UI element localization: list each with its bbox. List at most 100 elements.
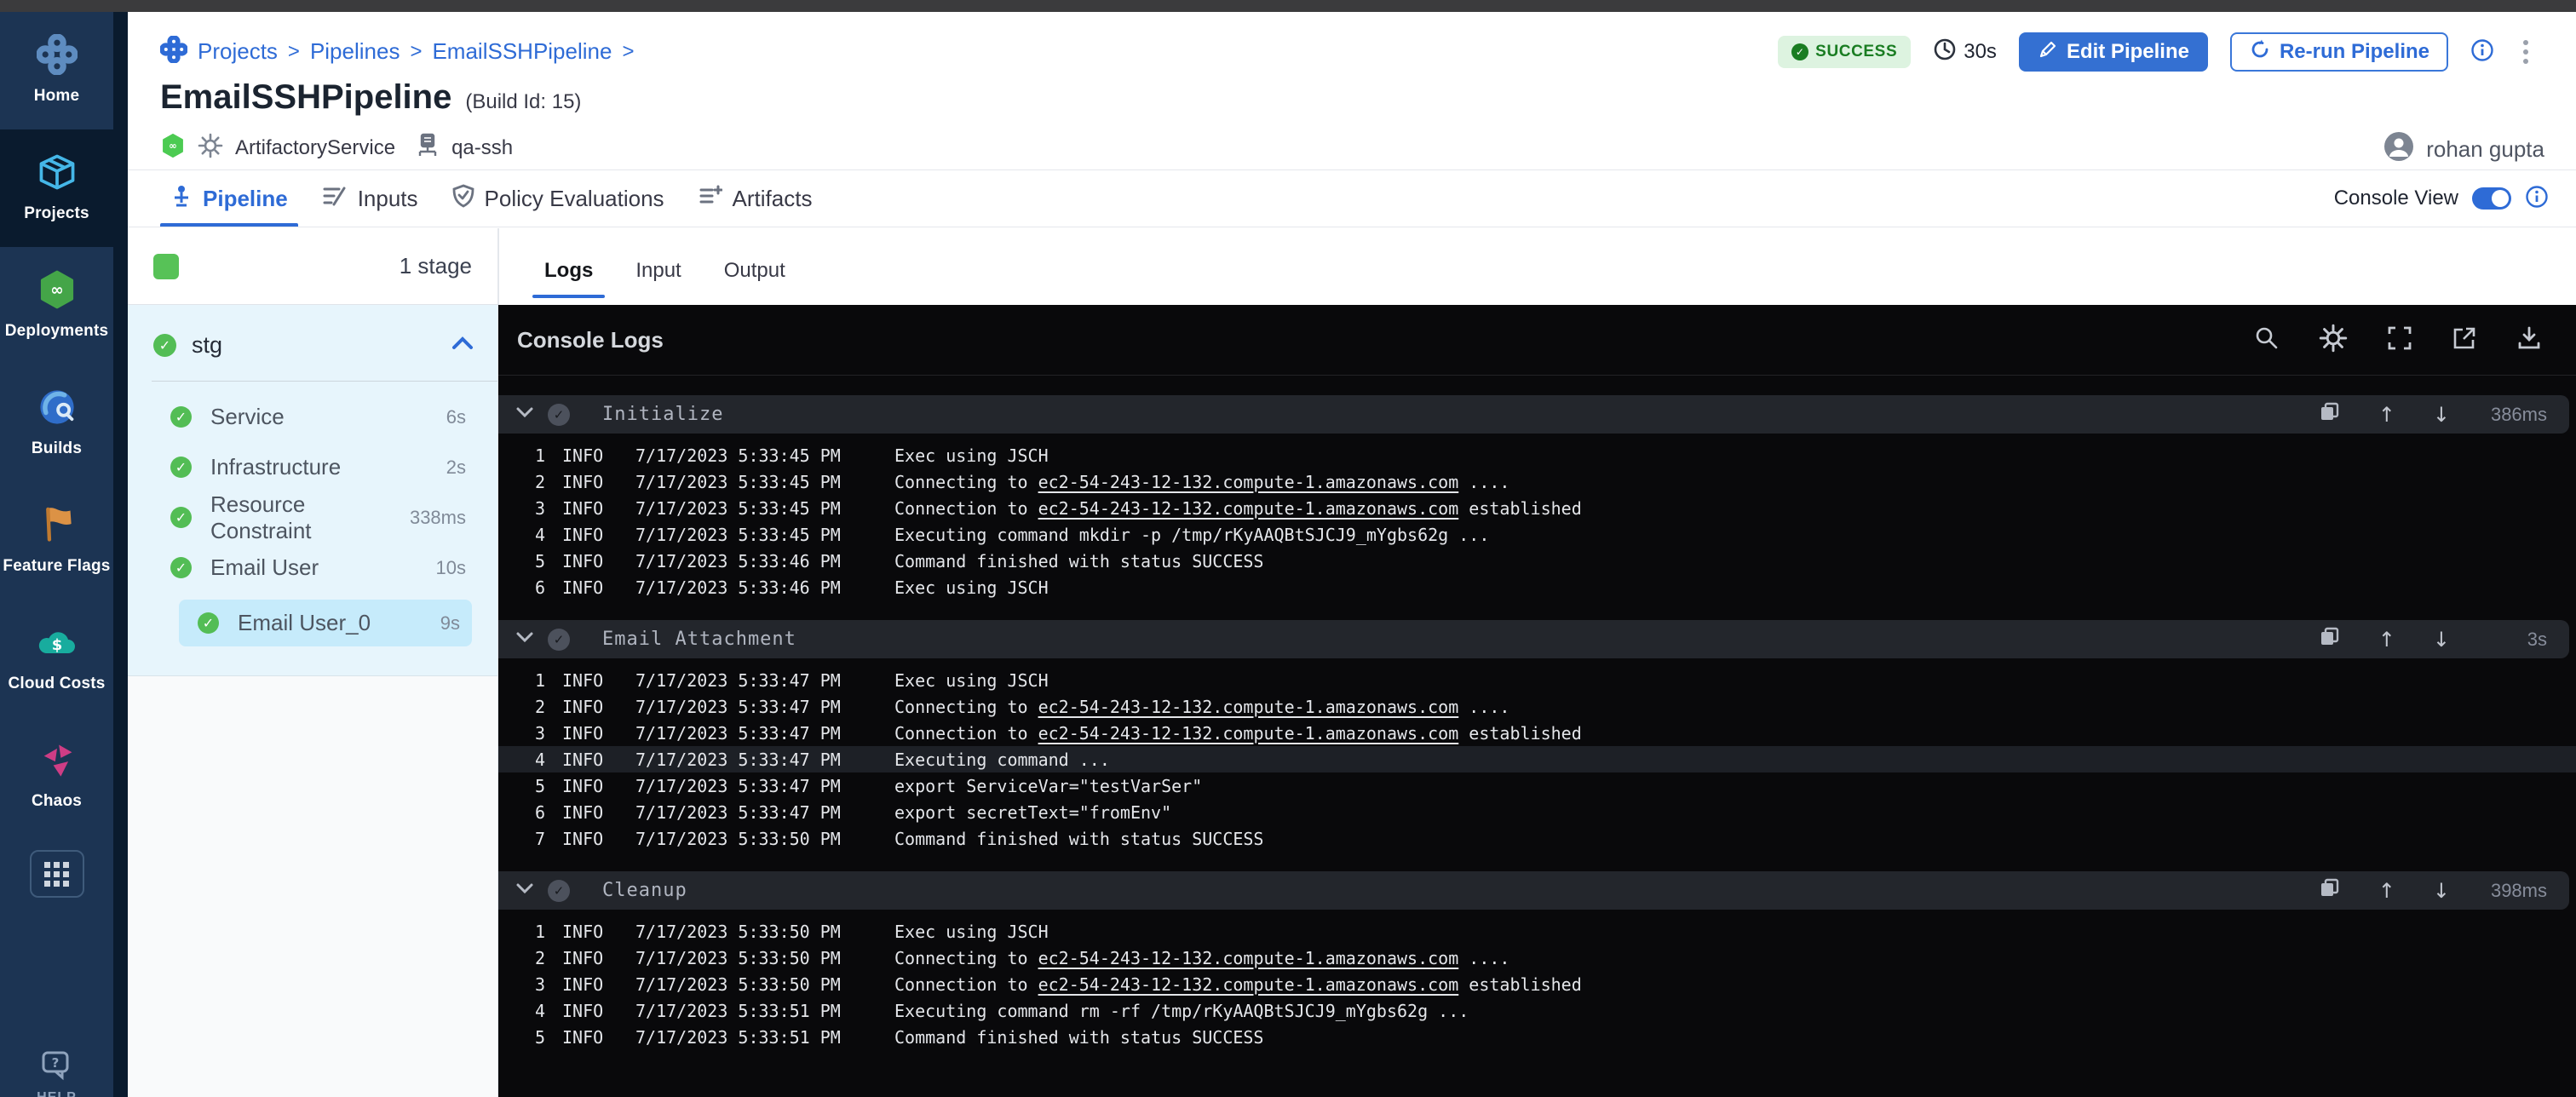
svg-text:∞: ∞: [50, 281, 63, 299]
open-in-new-icon[interactable]: [2452, 325, 2477, 355]
copy-icon[interactable]: [2319, 401, 2341, 428]
chevron-down-icon[interactable]: [515, 882, 534, 899]
log-section-header[interactable]: ✓ Cleanup ↑ ↓ 398ms: [498, 871, 2569, 910]
stage-step-service[interactable]: ✓ Service 6s: [128, 392, 497, 442]
info-icon[interactable]: [2525, 198, 2549, 212]
build-id: (Build Id: 15): [465, 90, 581, 114]
sidebar-item-projects[interactable]: Projects: [0, 129, 113, 247]
log-link[interactable]: ec2-54-243-12-132.compute-1.amazonaws.co…: [1038, 472, 1459, 492]
stage-step-email-user_0[interactable]: ✓ Email User_0 9s: [179, 600, 472, 646]
console-panel: Logs Input Output Console Logs ✓ Initializ…: [498, 228, 2576, 1097]
pipeline-tabs-row: Pipeline Inputs Policy Evaluations Artif…: [128, 170, 2576, 227]
edit-pipeline-button[interactable]: Edit Pipeline: [2019, 32, 2208, 72]
tab-policy-evaluations[interactable]: Policy Evaluations: [435, 170, 681, 227]
user-menu[interactable]: rohan gupta: [2383, 131, 2544, 168]
scroll-up-icon[interactable]: ↑: [2378, 403, 2395, 427]
log-line-number: 3: [520, 974, 545, 995]
chaos-triangles-icon: [37, 739, 78, 784]
sidebar-item-deployments[interactable]: ∞ Deployments: [0, 247, 113, 365]
console-tab-output[interactable]: Output: [709, 259, 801, 305]
log-line: 5 INFO 7/17/2023 5:33:51 PM Command fini…: [498, 1024, 2576, 1050]
clock-icon: [1933, 43, 1957, 66]
log-line-number: 4: [520, 750, 545, 770]
log-settings-gear-icon[interactable]: [2319, 324, 2348, 357]
log-line-number: 2: [520, 697, 545, 717]
scroll-down-icon[interactable]: ↓: [2433, 879, 2450, 903]
help-button[interactable]: ? HELP: [0, 1050, 113, 1097]
log-message: Connecting to ec2-54-243-12-132.compute-…: [894, 948, 1509, 968]
section-duration: 3s: [2487, 629, 2547, 651]
log-section-header[interactable]: ✓ Initialize ↑ ↓ 386ms: [498, 395, 2569, 434]
log-link[interactable]: ec2-54-243-12-132.compute-1.amazonaws.co…: [1038, 723, 1459, 744]
scroll-down-icon[interactable]: ↓: [2433, 403, 2450, 427]
log-level: INFO: [562, 525, 613, 545]
breadcrumb-pipelines[interactable]: Pipelines: [310, 38, 400, 65]
module-selector-button[interactable]: [30, 850, 84, 898]
console-tab-input[interactable]: Input: [620, 259, 696, 305]
console-log-area: Console Logs ✓ Initialize ↑ ↓ 386ms 1 IN…: [498, 305, 2576, 1097]
log-link[interactable]: ec2-54-243-12-132.compute-1.amazonaws.co…: [1038, 948, 1459, 968]
log-link[interactable]: ec2-54-243-12-132.compute-1.amazonaws.co…: [1038, 697, 1459, 717]
log-timestamp: 7/17/2023 5:33:47 PM: [635, 723, 855, 744]
log-message: Connection to ec2-54-243-12-132.compute-…: [894, 498, 1582, 519]
section-title: Cleanup: [602, 880, 687, 901]
copy-icon[interactable]: [2319, 626, 2341, 652]
breadcrumb-projects[interactable]: Projects: [198, 38, 278, 65]
step-label: Service: [210, 404, 285, 430]
scroll-up-icon[interactable]: ↑: [2378, 879, 2395, 903]
log-message: Exec using JSCH: [894, 577, 1049, 598]
log-timestamp: 7/17/2023 5:33:51 PM: [635, 1027, 855, 1048]
tab-inputs[interactable]: Inputs: [305, 170, 435, 227]
log-line: 7 INFO 7/17/2023 5:33:50 PM Command fini…: [498, 825, 2576, 852]
log-scroll-area[interactable]: ✓ Initialize ↑ ↓ 386ms 1 INFO 7/17/2023 …: [498, 376, 2576, 1097]
breadcrumb-pipeline-name[interactable]: EmailSSHPipeline: [432, 38, 612, 65]
chevron-down-icon[interactable]: [515, 406, 534, 422]
log-line-number: 5: [520, 1027, 545, 1048]
log-level: INFO: [562, 670, 613, 691]
tab-artifacts[interactable]: Artifacts: [681, 170, 830, 227]
info-icon[interactable]: [2470, 51, 2494, 66]
sidebar-item-cloud-costs[interactable]: $ Cloud Costs: [0, 600, 113, 717]
stage-step-email-user[interactable]: ✓ Email User 10s: [128, 543, 497, 593]
stage-step-resource-constraint[interactable]: ✓ Resource Constraint 338ms: [128, 492, 497, 543]
module-grid-icon: [44, 862, 69, 887]
gear-icon: [198, 147, 223, 162]
console-view-toggle[interactable]: [2472, 187, 2511, 210]
window-chrome-strip: [0, 0, 2576, 12]
log-link[interactable]: ec2-54-243-12-132.compute-1.amazonaws.co…: [1038, 974, 1459, 995]
log-line: 3 INFO 7/17/2023 5:33:47 PM Connection t…: [498, 720, 2576, 746]
log-message: Executing command rm -rf /tmp/rKyAAQBtSJ…: [894, 1001, 1469, 1021]
copy-icon[interactable]: [2319, 877, 2341, 904]
log-line-number: 6: [520, 802, 545, 823]
service-name: ArtifactoryService: [235, 136, 395, 160]
fullscreen-icon[interactable]: [2387, 325, 2412, 355]
rerun-info-icon[interactable]: [2470, 38, 2494, 66]
log-message: Exec using JSCH: [894, 670, 1049, 691]
log-line: 6 INFO 7/17/2023 5:33:46 PM Exec using J…: [498, 574, 2576, 600]
sidebar-item-chaos[interactable]: Chaos: [0, 717, 113, 835]
log-link[interactable]: ec2-54-243-12-132.compute-1.amazonaws.co…: [1038, 498, 1459, 519]
tab-pipeline[interactable]: Pipeline: [153, 170, 305, 227]
download-icon[interactable]: [2516, 325, 2542, 355]
log-message: Executing command mkdir -p /tmp/rKyAAQBt…: [894, 525, 1489, 545]
more-options-menu[interactable]: [2516, 37, 2535, 67]
rerun-pipeline-button[interactable]: Re-run Pipeline: [2230, 32, 2448, 72]
section-success-icon: ✓: [548, 404, 570, 426]
stage-row-stg[interactable]: ✓ stg: [128, 305, 497, 381]
harness-pipeline-execution-page: Home Projects ∞ Deployments Builds Featu…: [0, 0, 2576, 1097]
chevron-down-icon[interactable]: [515, 631, 534, 647]
log-line-number: 3: [520, 723, 545, 744]
console-tab-logs[interactable]: Logs: [529, 259, 608, 305]
search-icon[interactable]: [2254, 325, 2280, 355]
chevron-up-icon[interactable]: [451, 336, 474, 354]
console-view-info-icon[interactable]: [2525, 185, 2549, 213]
scroll-up-icon[interactable]: ↑: [2378, 628, 2395, 652]
sidebar-item-home[interactable]: Home: [0, 12, 113, 129]
log-level: INFO: [562, 974, 613, 995]
scroll-down-icon[interactable]: ↓: [2433, 628, 2450, 652]
log-section-header[interactable]: ✓ Email Attachment ↑ ↓ 3s: [498, 620, 2569, 658]
step-success-icon: ✓: [170, 557, 192, 578]
sidebar-item-feature-flags[interactable]: Feature Flags: [0, 482, 113, 600]
sidebar-item-builds[interactable]: Builds: [0, 365, 113, 482]
stage-step-infrastructure[interactable]: ✓ Infrastructure 2s: [128, 442, 497, 492]
